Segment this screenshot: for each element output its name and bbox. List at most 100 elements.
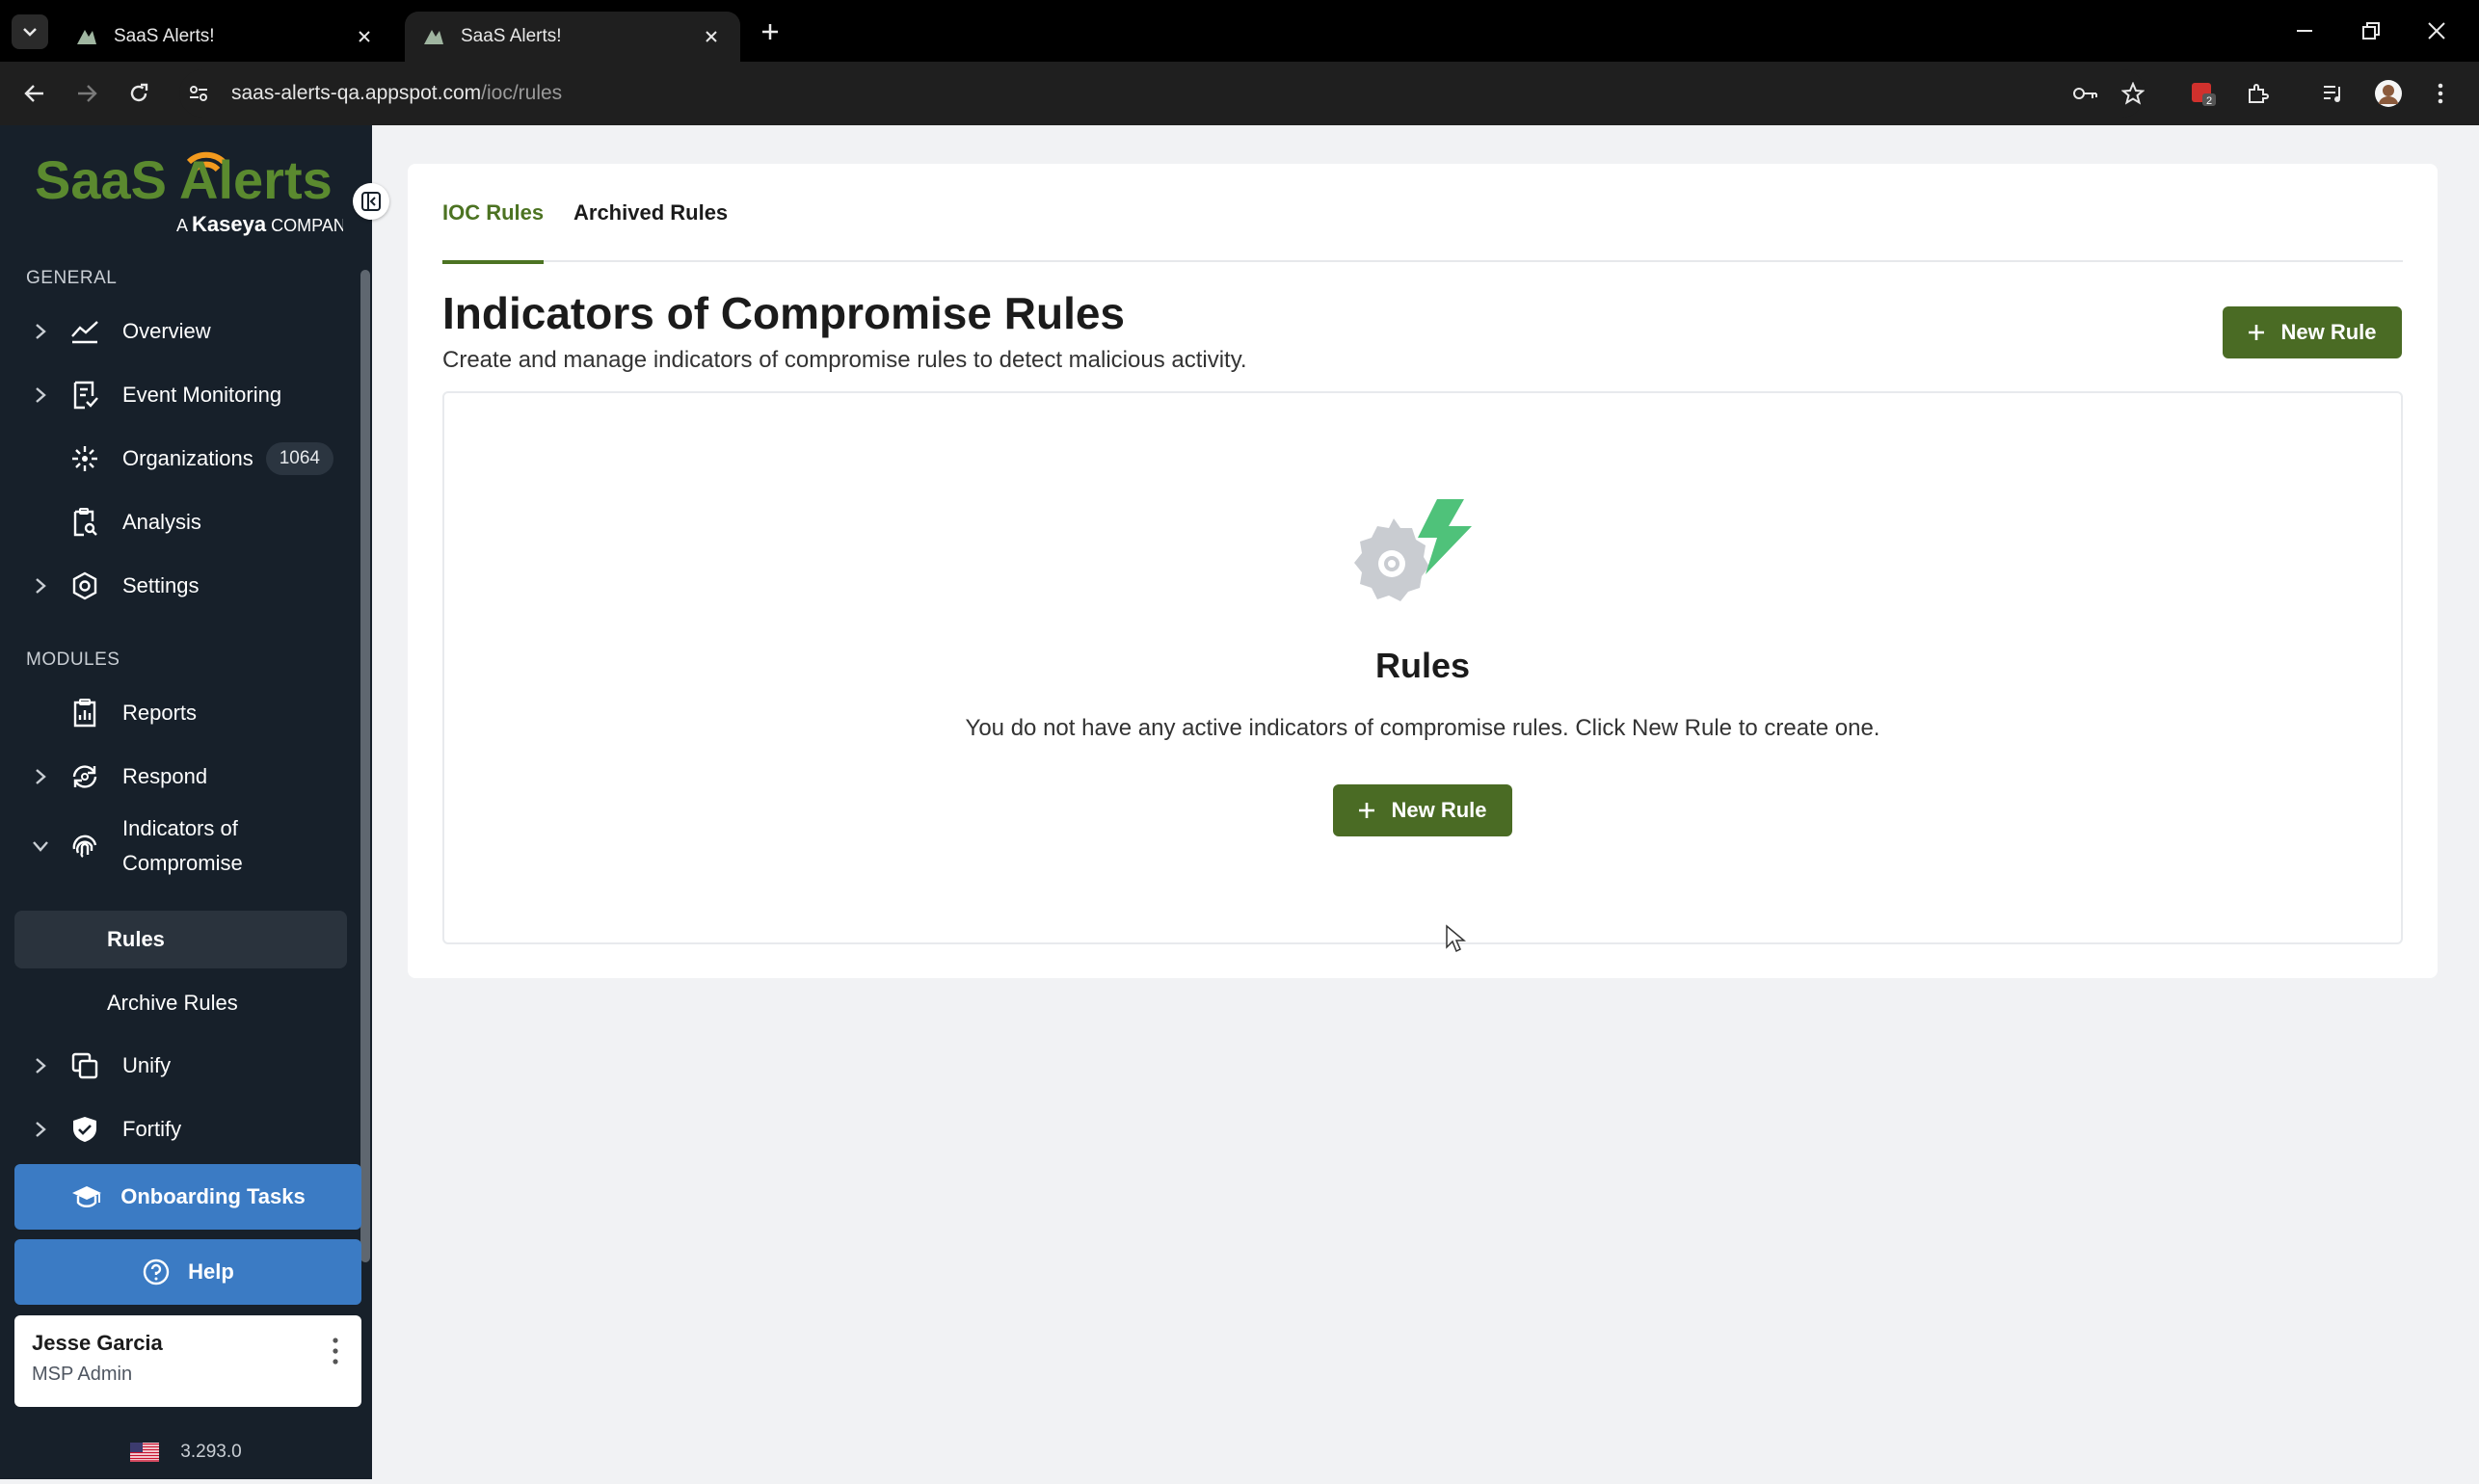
sidebar-item-indicators-of-compromise[interactable]: Indicators of Compromise bbox=[14, 808, 347, 885]
ioc-label-line2: Compromise bbox=[122, 851, 243, 875]
unify-layers-icon bbox=[68, 1049, 101, 1082]
saas-alerts-logo: SaaS Alerts A Kaseya COMPANY bbox=[35, 149, 343, 236]
sidebar-item-label: Unify bbox=[122, 1053, 172, 1077]
restore-icon bbox=[2362, 22, 2380, 40]
page-title: Indicators of Compromise Rules bbox=[442, 288, 1126, 338]
sidebar-scrollbar[interactable] bbox=[360, 270, 370, 1262]
tab-title: SaaS Alerts! bbox=[114, 26, 215, 46]
svg-text:SaaS: SaaS bbox=[35, 149, 167, 210]
sidebar-item-respond[interactable]: Respond bbox=[14, 748, 347, 806]
section-label-general: GENERAL bbox=[26, 268, 118, 288]
help-button[interactable]: Help bbox=[14, 1239, 361, 1305]
line-chart-icon bbox=[68, 315, 101, 348]
new-rule-empty-state-button[interactable]: New Rule bbox=[1333, 784, 1512, 836]
content-tabs: IOC Rules Archived Rules bbox=[442, 183, 2403, 264]
page-subtitle: Create and manage indicators of compromi… bbox=[442, 347, 1247, 373]
new-rule-label: New Rule bbox=[2280, 320, 2377, 344]
address-bar[interactable]: saas-alerts-qa.appspot.com/ioc/rules bbox=[179, 69, 2146, 118]
chevron-right-icon[interactable] bbox=[28, 577, 53, 595]
close-tab-icon[interactable] bbox=[353, 25, 376, 48]
sidebar-subitem-rules[interactable]: Rules bbox=[14, 911, 347, 968]
extension-badge-count: 2 bbox=[2206, 95, 2212, 107]
organizations-network-icon bbox=[68, 442, 101, 475]
plus-icon bbox=[2248, 324, 2265, 341]
saas-alerts-favicon-icon bbox=[424, 30, 443, 44]
user-card[interactable]: Jesse Garcia MSP Admin bbox=[14, 1315, 361, 1407]
chevron-right-icon[interactable] bbox=[28, 1057, 53, 1074]
media-controls-icon[interactable] bbox=[2316, 76, 2351, 111]
arrow-left-icon bbox=[24, 85, 43, 102]
user-name: Jesse Garcia bbox=[32, 1331, 163, 1355]
event-log-icon bbox=[68, 379, 101, 411]
svg-text:Alerts: Alerts bbox=[179, 149, 333, 210]
sidebar-item-overview[interactable]: Overview bbox=[14, 303, 347, 360]
extensions-puzzle-icon[interactable] bbox=[2240, 76, 2275, 111]
collapse-sidebar-button[interactable] bbox=[353, 183, 389, 220]
tab-search-button[interactable] bbox=[12, 14, 48, 49]
tab-ioc-rules[interactable]: IOC Rules bbox=[442, 200, 545, 264]
onboarding-tasks-button[interactable]: Onboarding Tasks bbox=[14, 1164, 361, 1230]
profile-avatar-icon[interactable] bbox=[2371, 76, 2406, 111]
back-button[interactable] bbox=[17, 76, 52, 111]
sidebar-item-organizations[interactable]: Organizations 1064 bbox=[14, 430, 347, 488]
restore-window-button[interactable] bbox=[2347, 10, 2395, 52]
sidebar-item-reports[interactable]: Reports bbox=[14, 684, 347, 742]
help-label: Help bbox=[188, 1259, 234, 1284]
close-tab-icon[interactable] bbox=[700, 25, 723, 48]
new-tab-button[interactable] bbox=[756, 17, 785, 46]
forward-button[interactable] bbox=[69, 76, 104, 111]
minimize-window-button[interactable] bbox=[2280, 10, 2329, 52]
password-key-icon[interactable] bbox=[2068, 76, 2103, 111]
browser-tab-1[interactable]: SaaS Alerts! bbox=[58, 12, 393, 62]
plus-icon bbox=[1358, 802, 1375, 819]
sidebar: SaaS Alerts A Kaseya COMPANY GENERAL Ove… bbox=[0, 125, 389, 1479]
sidebar-item-label: Analysis bbox=[122, 510, 201, 534]
mouse-cursor-icon bbox=[1446, 924, 1466, 953]
respond-refresh-icon bbox=[68, 760, 101, 793]
reload-button[interactable] bbox=[121, 76, 156, 111]
sidebar-item-label: Organizations bbox=[122, 446, 253, 470]
sidebar-item-label: Event Monitoring bbox=[122, 383, 282, 407]
url-host: saas-alerts-qa.appspot.com bbox=[231, 82, 482, 104]
tab-title: SaaS Alerts! bbox=[461, 26, 562, 46]
chevron-right-icon[interactable] bbox=[28, 1121, 53, 1138]
browser-tab-2[interactable]: SaaS Alerts! bbox=[405, 12, 740, 62]
svg-text:A Kaseya COMPANY: A Kaseya COMPANY bbox=[176, 212, 343, 236]
onboarding-tasks-label: Onboarding Tasks bbox=[120, 1184, 306, 1208]
close-window-button[interactable] bbox=[2412, 10, 2461, 52]
sidebar-item-event-monitoring[interactable]: Event Monitoring bbox=[14, 366, 347, 424]
plus-icon bbox=[762, 24, 778, 40]
ioc-label-line1: Indicators of bbox=[122, 816, 238, 840]
organizations-count-badge: 1064 bbox=[265, 442, 333, 475]
sidebar-item-label: Fortify bbox=[122, 1117, 182, 1141]
fingerprint-icon bbox=[68, 830, 101, 862]
sidebar-item-fortify[interactable]: Fortify bbox=[14, 1100, 347, 1158]
chevron-right-icon[interactable] bbox=[28, 386, 53, 404]
close-icon bbox=[2428, 22, 2445, 40]
saas-alerts-favicon-icon bbox=[77, 30, 96, 44]
sidebar-item-label: Settings bbox=[122, 573, 200, 597]
us-flag-icon[interactable] bbox=[130, 1443, 160, 1462]
browser-menu-icon[interactable] bbox=[2423, 76, 2458, 111]
chevron-down-icon[interactable] bbox=[28, 840, 53, 852]
minimize-icon bbox=[2297, 30, 2312, 32]
sidebar-subitem-archive-rules[interactable]: Archive Rules bbox=[14, 974, 347, 1032]
bookmark-star-icon[interactable] bbox=[2116, 76, 2150, 111]
gear-icon bbox=[68, 570, 101, 602]
extension-calendar-icon[interactable]: 2 bbox=[2186, 76, 2221, 111]
chevron-right-icon[interactable] bbox=[28, 323, 53, 340]
new-rule-header-button[interactable]: New Rule bbox=[2223, 306, 2402, 358]
site-info-icon[interactable] bbox=[179, 74, 218, 113]
browser-tab-bar: SaaS Alerts! SaaS Alerts! bbox=[0, 0, 2479, 62]
sidebar-item-analysis[interactable]: Analysis bbox=[14, 493, 347, 551]
chevron-down-icon bbox=[23, 28, 37, 37]
version-row: 3.293.0 bbox=[0, 1438, 372, 1467]
graduation-cap-icon bbox=[70, 1184, 103, 1209]
reload-icon bbox=[130, 83, 148, 102]
chevron-right-icon[interactable] bbox=[28, 768, 53, 785]
sidebar-item-unify[interactable]: Unify bbox=[14, 1037, 347, 1095]
more-options-icon[interactable] bbox=[331, 1337, 340, 1365]
url-text: saas-alerts-qa.appspot.com/ioc/rules bbox=[231, 82, 562, 105]
sidebar-item-settings[interactable]: Settings bbox=[14, 557, 347, 615]
tab-archived-rules[interactable]: Archived Rules bbox=[573, 200, 728, 262]
